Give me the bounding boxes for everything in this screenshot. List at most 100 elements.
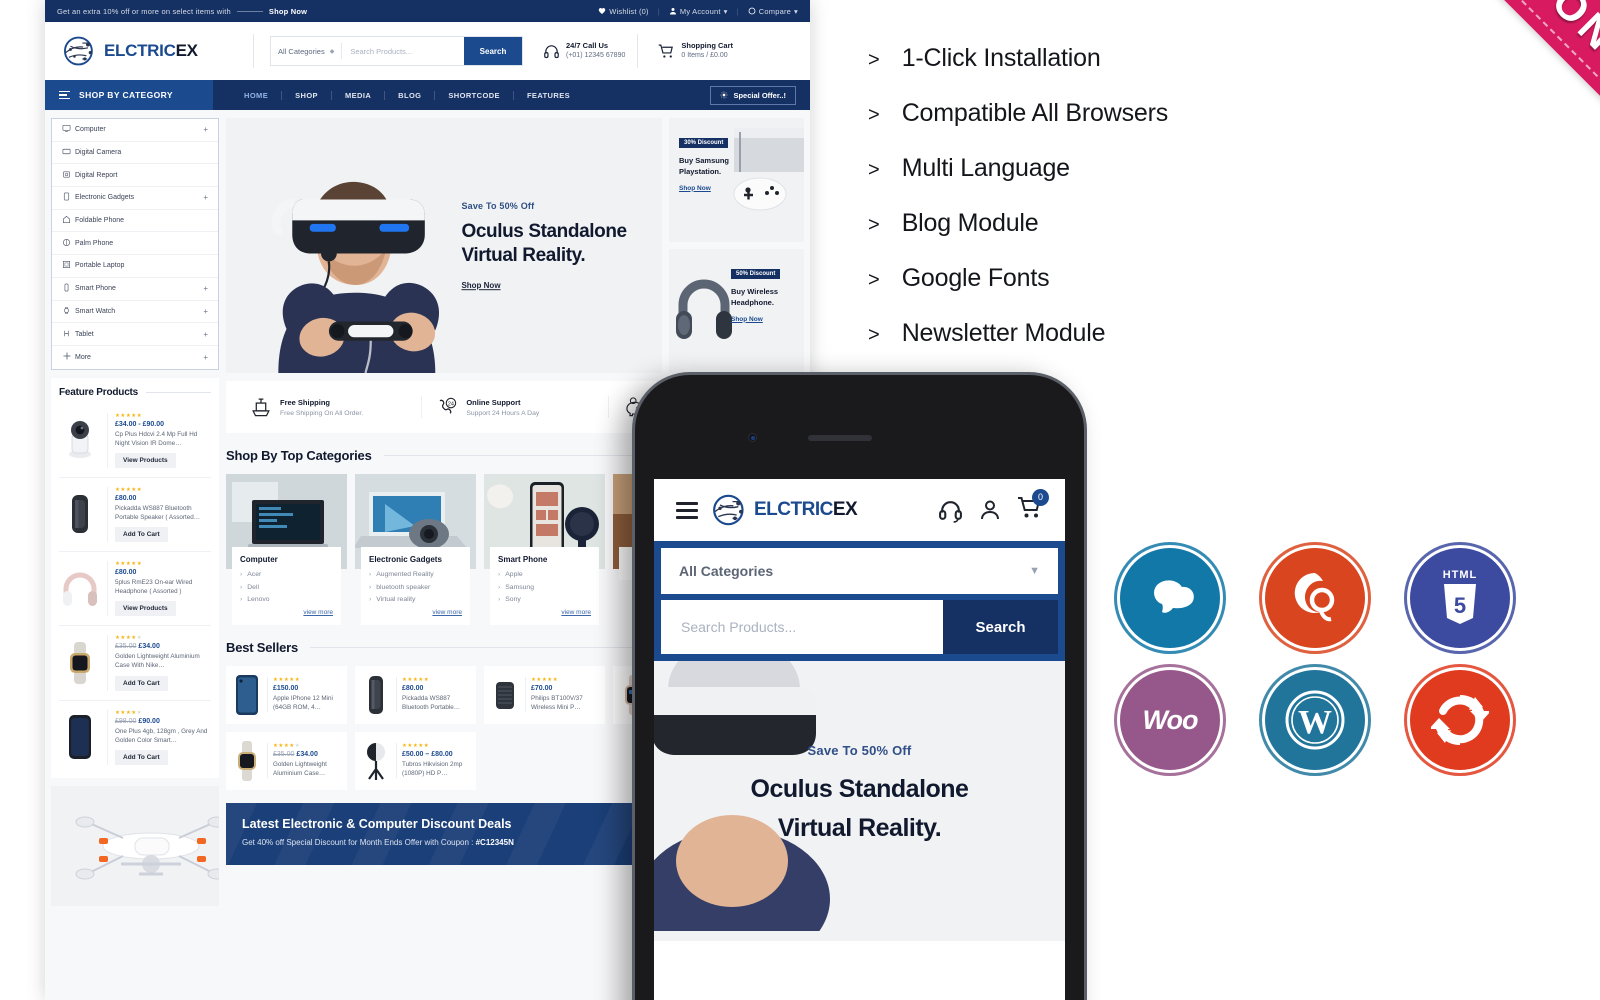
category-card-item[interactable]: Augmented Reality	[369, 571, 462, 578]
side-banner-headphone[interactable]: 50% Discount Buy Wireless Headphone. Sho…	[669, 249, 804, 373]
list-item[interactable]: ★★★★★ £50.00 – £80.00 Tubros Hikvision 2…	[355, 731, 476, 790]
category-item-more[interactable]: More +	[52, 346, 218, 369]
expand-icon[interactable]: +	[203, 353, 208, 362]
site-logo[interactable]: ELCTRICEX	[61, 35, 241, 67]
category-select[interactable]: All Categories ◆	[271, 37, 341, 65]
mobile-header: ELCTRICEX 0	[654, 479, 1065, 541]
expand-icon[interactable]: +	[203, 284, 208, 293]
fold-icon	[62, 215, 75, 226]
mobile-hero-title-2: Virtual Reality.	[777, 813, 942, 842]
mobile-hero-title-1: Oculus Standalone	[750, 775, 969, 803]
category-card-item[interactable]: bluetooth speaker	[369, 584, 462, 591]
hero-eyebrow: Save To 50% Off	[461, 200, 535, 211]
mobile-category-select[interactable]: All Categories ▼	[661, 548, 1058, 594]
category-item-smart-phone[interactable]: Smart Phone +	[52, 278, 218, 301]
product-action-button[interactable]: View Products	[115, 601, 176, 617]
special-offer-button[interactable]: Special Offer..!	[710, 85, 796, 105]
compare-label: Compare	[758, 6, 792, 16]
category-card-item[interactable]: Lenovo	[240, 596, 333, 603]
category-card-view-more[interactable]: view more	[240, 609, 333, 616]
product-action-button[interactable]: Add To Cart	[115, 749, 168, 765]
wishlist-link[interactable]: Wishlist (0)	[598, 7, 649, 16]
mobile-search-input[interactable]: Search Products...	[661, 600, 943, 654]
nav-item-features[interactable]: FEATURES	[514, 91, 583, 100]
my-account-link[interactable]: My Account ▾	[669, 7, 728, 16]
category-item-digital-camera[interactable]: Digital Camera	[52, 142, 218, 165]
hero-banner[interactable]: Save To 50% Off Oculus Standalone Virtua…	[226, 118, 662, 373]
mobile-logo[interactable]: ELCTRICEX	[710, 493, 858, 527]
product-action-button[interactable]: View Products	[115, 452, 176, 468]
call-us-block[interactable]: 24/7 Call Us (+01) 12345 67890	[543, 41, 625, 61]
list-item[interactable]: ★★★★★ £80.00 5plus RmE23 On-ear Wired He…	[59, 552, 211, 627]
category-card-view-more[interactable]: view more	[369, 609, 462, 616]
list-item[interactable]: ★★★★★ £80.00 Pickadda WS887 Bluetooth Po…	[355, 665, 476, 724]
category-item-palm-phone[interactable]: Palm Phone	[52, 232, 218, 256]
category-item-smart-watch[interactable]: Smart Watch +	[52, 301, 218, 324]
category-card-item[interactable]: Virtual reality	[369, 596, 462, 603]
hero-text: Save To 50% Off Oculus Standalone Virtua…	[461, 200, 627, 291]
mobile-cart[interactable]: 0	[1017, 488, 1049, 525]
side-banner-playstation[interactable]: 30% Discount Buy Samsung Playstation. Sh…	[669, 118, 804, 242]
list-item[interactable]: ★★★★★ £150.00 Apple IPhone 12 Mini (64GB…	[226, 665, 347, 724]
nav-item-home[interactable]: HOME	[231, 91, 281, 100]
user-icon[interactable]	[978, 498, 1002, 522]
updates-badge[interactable]	[1404, 664, 1516, 776]
list-item[interactable]: ★★★★★ £80.00 Pickadda WS887 Bluetooth Po…	[59, 478, 211, 553]
drone-banner[interactable]	[51, 785, 219, 906]
compare-link[interactable]: Compare ▾	[748, 7, 798, 16]
nav-item-media[interactable]: MEDIA	[332, 91, 384, 100]
category-card-item[interactable]: Sony	[498, 596, 591, 603]
list-item[interactable]: ★★★★★ £35.00 £34.00 Golden Lightweight Al…	[59, 626, 211, 701]
list-item[interactable]: ★★★★★ £35.00 £34.00 Golden Lightweight Al…	[226, 731, 347, 790]
list-item[interactable]: ★★★★★ £98.00 £90.00 One Plus 4gb, 128gm ,…	[59, 701, 211, 774]
shop-by-category-button[interactable]: SHOP BY CATEGORY	[45, 80, 213, 110]
elementor-badge[interactable]	[1114, 542, 1226, 654]
woocommerce-badge[interactable]: Woo	[1114, 664, 1226, 776]
expand-icon[interactable]: +	[203, 307, 208, 316]
category-item-digital-report[interactable]: Digital Report	[52, 164, 218, 188]
search-input[interactable]: Search Products...	[342, 37, 464, 65]
category-item-computer[interactable]: Computer +	[52, 119, 218, 142]
category-label: Smart Watch	[75, 307, 116, 315]
nav-item-blog[interactable]: BLOG	[385, 91, 434, 100]
category-item-foldable-phone[interactable]: Foldable Phone	[52, 210, 218, 233]
woocommerce-icon: Woo	[1142, 704, 1199, 735]
promo-shop-now-link[interactable]: Shop Now	[269, 7, 307, 16]
side-banner-cta[interactable]: Shop Now	[731, 316, 804, 323]
nav-item-shop[interactable]: SHOP	[282, 91, 331, 100]
category-card-smart-phone[interactable]: Smart Phone Apple Samsung Sony view more	[484, 474, 605, 625]
headset-icon[interactable]	[938, 498, 963, 523]
search-button[interactable]: Search	[464, 37, 522, 65]
shopping-cart-block[interactable]: Shopping Cart 0 Items / £0.00	[658, 41, 733, 61]
expand-icon[interactable]: +	[203, 330, 208, 339]
mobile-menu-icon[interactable]	[676, 498, 698, 523]
mobile-search-button[interactable]: Search	[943, 600, 1058, 654]
html5-badge[interactable]: HTML 5	[1404, 542, 1516, 654]
cart-icon	[659, 44, 674, 58]
product-action-button[interactable]: Add To Cart	[115, 675, 168, 691]
chevron-down-icon-2: ▾	[794, 6, 798, 16]
hero-cta-link[interactable]: Shop Now	[461, 281, 626, 290]
nav-item-shortcode[interactable]: SHORTCODE	[435, 91, 513, 100]
category-card-item[interactable]: Dell	[240, 584, 333, 591]
category-item-electronic-gadgets[interactable]: Electronic Gadgets +	[52, 187, 218, 210]
mobile-hero-banner[interactable]: Save To 50% Off Oculus Standalone Virtua…	[654, 661, 1065, 941]
category-card-item[interactable]: Samsung	[498, 584, 591, 591]
list-item[interactable]: ★★★★★ £34.00 - £90.00 Cp Plus Hdcvi 2.4 …	[59, 404, 211, 478]
rating-stars: ★★★★★	[402, 676, 430, 683]
category-item-portable-laptop[interactable]: Portable Laptop	[52, 255, 218, 278]
category-item-tablet[interactable]: Tablet +	[52, 323, 218, 346]
category-card-item[interactable]: Acer	[240, 571, 333, 578]
expand-icon[interactable]: +	[203, 193, 208, 202]
envato-badge[interactable]	[1259, 542, 1371, 654]
category-card-electronic-gadgets[interactable]: Electronic Gadgets Augmented Reality blu…	[353, 474, 476, 625]
list-item[interactable]: ★★★★★ £70.00 Philips BT100V/37 Wireless …	[484, 665, 605, 724]
wordpress-badge[interactable]: W	[1259, 664, 1371, 776]
category-card-view-more[interactable]: view more	[498, 609, 591, 616]
special-offer-label: Special Offer..!	[733, 90, 786, 100]
category-card-item[interactable]: Apple	[498, 571, 591, 578]
side-banner-cta[interactable]: Shop Now	[679, 185, 804, 192]
category-card-computer[interactable]: Computer Acer Dell Lenovo view more	[226, 474, 347, 625]
product-action-button[interactable]: Add To Cart	[115, 527, 168, 543]
expand-icon[interactable]: +	[203, 125, 208, 134]
